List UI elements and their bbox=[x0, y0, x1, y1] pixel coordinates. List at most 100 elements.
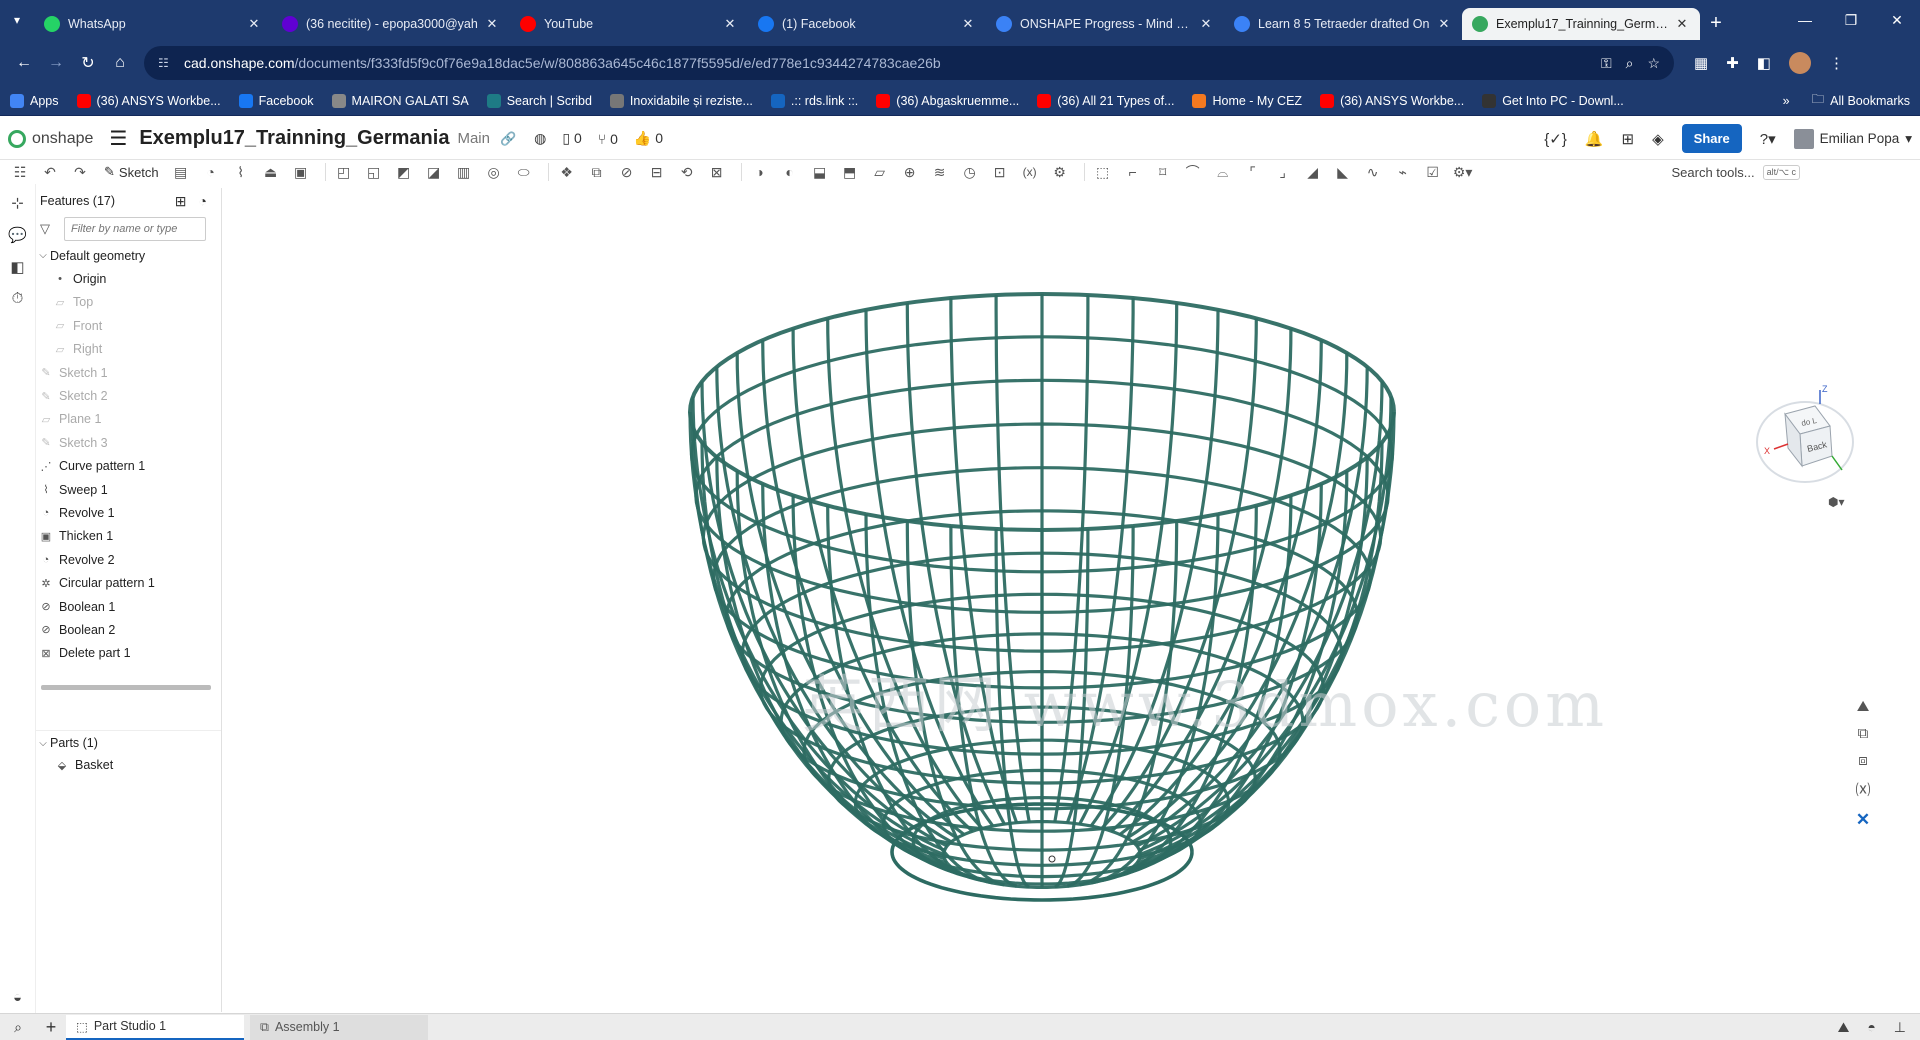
browser-tab[interactable]: Learn 8 5 Tetraeder drafted On ✕ bbox=[1224, 8, 1462, 40]
feature-item[interactable]: ▱ Plane 1 bbox=[36, 408, 221, 431]
basket-wireframe-model[interactable] bbox=[222, 184, 1882, 1014]
origin-point-marker[interactable] bbox=[1048, 855, 1056, 863]
form-icon[interactable]: ⌓ bbox=[1211, 161, 1235, 183]
boolean-tool-icon[interactable]: ⊘ bbox=[615, 161, 639, 183]
loft-icon[interactable]: ⏏ bbox=[259, 161, 283, 183]
bookmark-item[interactable]: .:: rds.link ::. bbox=[770, 93, 858, 108]
bookmark-item[interactable]: (36) ANSYS Workbe... bbox=[1320, 93, 1464, 108]
parts-group[interactable]: ⌵ Parts (1) bbox=[36, 730, 221, 753]
bookmark-item[interactable]: Get Into PC - Downl... bbox=[1482, 93, 1624, 108]
bookmark-item[interactable]: (36) Abgaskruemme... bbox=[876, 93, 1019, 108]
bridging-curve-icon[interactable]: ⌁ bbox=[1391, 161, 1415, 183]
replace-face-icon[interactable]: ⬓ bbox=[808, 161, 832, 183]
view-options-cube-icon[interactable]: ⬢▾ bbox=[1828, 495, 1845, 509]
insert-feature-icon[interactable]: ⊞ bbox=[175, 193, 187, 210]
corner-icon[interactable]: ⌜ bbox=[1241, 161, 1265, 183]
browser-tab[interactable]: YouTube ✕ bbox=[510, 8, 748, 40]
tab-tool-icon[interactable]: ⌑ bbox=[1151, 161, 1175, 183]
home-icon[interactable]: ⌂ bbox=[104, 47, 136, 79]
finish-sheet-icon[interactable]: ⌟ bbox=[1271, 161, 1295, 183]
close-tab-icon[interactable]: ✕ bbox=[1198, 16, 1214, 32]
pattern-icon[interactable]: ❖ bbox=[555, 161, 579, 183]
section-mode-icon[interactable]: ⊥ bbox=[1894, 1019, 1906, 1036]
move-face-icon[interactable]: ◐ bbox=[778, 161, 802, 183]
offset-surface-icon[interactable]: ⬒ bbox=[838, 161, 862, 183]
mirror-icon[interactable]: ⧉ bbox=[585, 161, 609, 183]
feature-list-toggle-icon[interactable]: ☷ bbox=[8, 161, 32, 183]
likes-counter[interactable]: 👍 0 bbox=[634, 130, 663, 147]
help-icon[interactable]: ?▾ bbox=[1760, 130, 1776, 148]
feature-item[interactable]: ◔ Revolve 1 bbox=[36, 501, 221, 524]
bookmark-item[interactable]: Inoxidabile și reziste... bbox=[609, 93, 753, 108]
password-key-icon[interactable]: ⚿ bbox=[1601, 55, 1612, 72]
feature-item[interactable]: ✲ Circular pattern 1 bbox=[36, 571, 221, 594]
comments-icon[interactable]: 💬 bbox=[8, 226, 27, 244]
assembly-tab[interactable]: ⧉ Assembly 1 bbox=[250, 1014, 428, 1040]
close-tab-icon[interactable]: ✕ bbox=[1674, 16, 1690, 32]
feature-item[interactable]: ✎ Sketch 1 bbox=[36, 361, 221, 384]
draft-icon[interactable]: ◩ bbox=[392, 161, 416, 183]
profile-avatar[interactable] bbox=[1788, 52, 1811, 74]
chevron-down-icon[interactable]: ⌵ bbox=[36, 250, 50, 261]
restore-icon[interactable]: ❐ bbox=[1828, 0, 1874, 40]
bend-icon[interactable]: ⌒ bbox=[1181, 161, 1205, 183]
feature-item[interactable]: ✎ Sketch 2 bbox=[36, 384, 221, 407]
extension-icon[interactable]: ▦ bbox=[1694, 54, 1708, 72]
browser-tab[interactable]: Exemplu17_Trainning_Germania ✕ bbox=[1462, 8, 1700, 40]
browser-menu-icon[interactable]: ⋮ bbox=[1829, 54, 1844, 72]
new-tab-button[interactable]: + bbox=[1700, 7, 1732, 39]
chamfer-icon[interactable]: ◱ bbox=[362, 161, 386, 183]
close-tab-icon[interactable]: ✕ bbox=[484, 16, 500, 32]
feature-item[interactable]: ▱ Front bbox=[36, 314, 221, 337]
flange-icon[interactable]: ⌐ bbox=[1121, 161, 1145, 183]
link-icon[interactable]: 🔗 bbox=[500, 131, 516, 147]
versions-counter[interactable]: ▯ 0 bbox=[562, 130, 581, 147]
close-panel-icon[interactable]: ✕ bbox=[1856, 810, 1870, 830]
fill-icon[interactable]: ◣ bbox=[1331, 161, 1355, 183]
document-title[interactable]: Exemplu17_Trainning_Germania bbox=[139, 127, 449, 150]
feature-item[interactable]: ✎ Sketch 3 bbox=[36, 431, 221, 454]
variables-icon[interactable]: {✓} bbox=[1544, 130, 1567, 148]
shell-icon[interactable]: ▥ bbox=[452, 161, 476, 183]
extrude-icon[interactable]: ▤ bbox=[169, 161, 193, 183]
feature-item[interactable]: ▱ Right bbox=[36, 338, 221, 361]
transform-icon[interactable]: ⟲ bbox=[675, 161, 699, 183]
modify-fillet-icon[interactable]: ◑ bbox=[748, 161, 772, 183]
rib-icon[interactable]: ◪ bbox=[422, 161, 446, 183]
close-tab-icon[interactable]: ✕ bbox=[246, 16, 262, 32]
globe-icon[interactable]: ◍ bbox=[534, 130, 546, 147]
feature-filter-input[interactable] bbox=[64, 217, 206, 241]
forward-icon[interactable]: → bbox=[40, 47, 72, 79]
zoom-icon[interactable]: ⌕ bbox=[1626, 55, 1634, 72]
history-icon[interactable]: ⏱ bbox=[12, 290, 24, 307]
feature-item[interactable]: ⊘ Boolean 2 bbox=[36, 618, 221, 641]
filter-icon[interactable]: ▽ bbox=[40, 221, 58, 237]
parts-panel-icon[interactable]: ⧉ bbox=[1858, 725, 1869, 742]
settings-icon[interactable]: ⚙▾ bbox=[1451, 161, 1475, 183]
bookmark-item[interactable]: (36) ANSYS Workbe... bbox=[76, 93, 221, 108]
close-tab-icon[interactable]: ✕ bbox=[722, 16, 738, 32]
sweep-tool-icon[interactable]: ⌇ bbox=[229, 161, 253, 183]
feature-item[interactable]: ⌇ Sweep 1 bbox=[36, 478, 221, 501]
section-view-icon[interactable]: ⊡ bbox=[988, 161, 1012, 183]
bookmark-star-icon[interactable]: ☆ bbox=[1647, 55, 1660, 72]
all-bookmarks-folder[interactable]: 🗀 All Bookmarks bbox=[1812, 90, 1910, 111]
curve-icon[interactable]: ∿ bbox=[1361, 161, 1385, 183]
back-icon[interactable]: ← bbox=[8, 47, 40, 79]
measure-icon[interactable]: ◷ bbox=[958, 161, 982, 183]
extensions-puzzle-icon[interactable]: ✚ bbox=[1726, 54, 1739, 72]
tab-manager-icon[interactable]: ⌕ bbox=[0, 1019, 36, 1036]
hole-icon[interactable]: ◎ bbox=[482, 161, 506, 183]
branch-name[interactable]: Main bbox=[457, 130, 490, 147]
feature-item[interactable]: ▣ Thicken 1 bbox=[36, 525, 221, 548]
part-studio-tab[interactable]: ⬚ Part Studio 1 bbox=[66, 1014, 244, 1040]
app-store-icon[interactable]: ⊞ bbox=[1622, 130, 1635, 148]
add-tab-button[interactable]: + bbox=[36, 1017, 66, 1038]
browser-tab[interactable]: (1) Facebook ✕ bbox=[748, 8, 986, 40]
redo-icon[interactable]: ↷ bbox=[68, 161, 92, 183]
close-tab-icon[interactable]: ✕ bbox=[1436, 16, 1452, 32]
sketch-button[interactable]: ✎ Sketch bbox=[104, 164, 159, 180]
browser-tab[interactable]: (36 necitite) - epopa3000@yah ✕ bbox=[272, 8, 510, 40]
check-icon[interactable]: ☑ bbox=[1421, 161, 1445, 183]
bookmark-item[interactable]: Search | Scribd bbox=[486, 93, 592, 108]
